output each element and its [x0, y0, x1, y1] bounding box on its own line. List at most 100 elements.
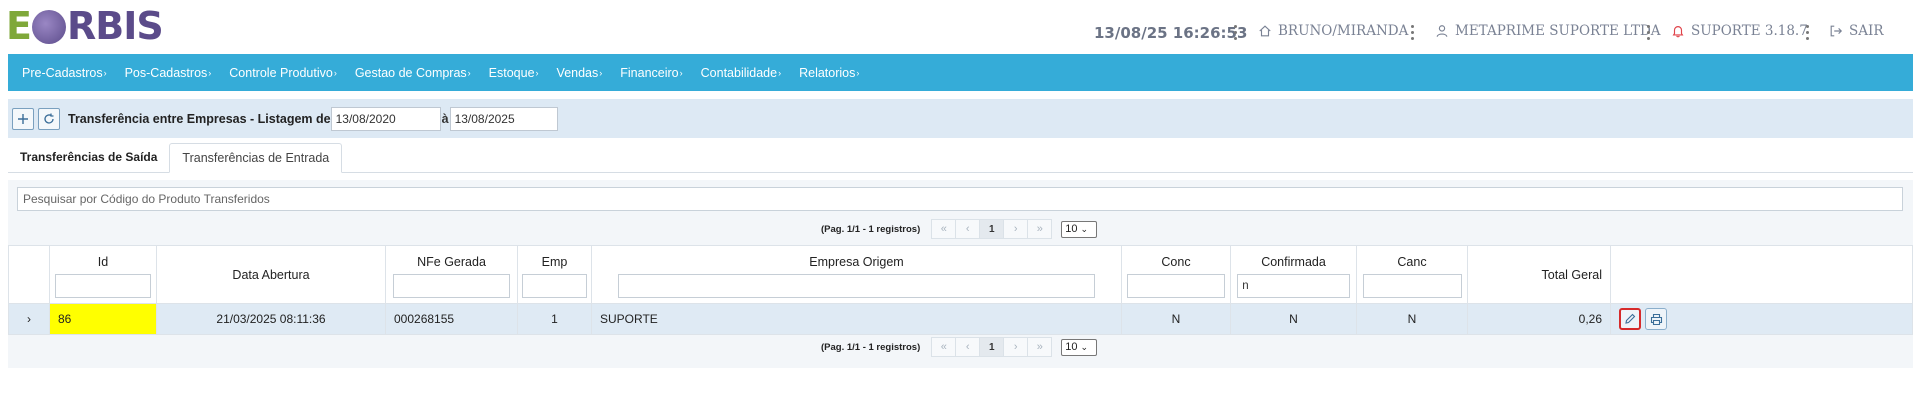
chevron-down-icon: ⌄ [1080, 341, 1089, 352]
transfers-table: Id Data Abertura NFe Gerada Emp Empresa … [8, 245, 1913, 335]
menu-item-pos-cadastros[interactable]: Pos-Cadastros [125, 66, 212, 80]
header-company: METAPRIME SUPORTE LTDA [1455, 23, 1661, 39]
date-range-separator: à [441, 111, 449, 126]
globe-icon [31, 10, 66, 44]
filter-conc-input[interactable] [1127, 274, 1225, 298]
user-icon [1436, 25, 1448, 37]
col-label-canc: Canc [1397, 255, 1427, 269]
date-to-input[interactable] [449, 106, 558, 131]
current-page-button[interactable]: 1 [979, 337, 1005, 357]
cell-emp: 1 [517, 303, 592, 335]
pagination-top: (Pag. 1/1 - 1 registros) « ‹ 1 › » 10 ⌄ [821, 219, 1098, 239]
kebab-menu-icon[interactable] [1233, 24, 1237, 40]
col-header-data-abertura: Data Abertura [156, 245, 386, 304]
row-expander-button[interactable]: › [8, 303, 50, 335]
menu-item-estoque[interactable]: Estoque [489, 66, 539, 80]
col-header-nfe-gerada: NFe Gerada [385, 245, 518, 304]
col-label-emp: Emp [541, 255, 568, 269]
cell-empresa-origem: SUPORTE [591, 303, 1122, 335]
header-company-link[interactable]: METAPRIME SUPORTE LTDA [1435, 23, 1661, 39]
menu-item-contabilidade[interactable]: Contabilidade [701, 66, 781, 80]
home-icon [1259, 25, 1271, 37]
menu-item-financeiro[interactable]: Financeiro [620, 66, 682, 80]
col-header-actions [1610, 245, 1913, 304]
prev-page-button[interactable]: ‹ [955, 337, 981, 357]
col-label-nfe: NFe Gerada [417, 255, 486, 269]
kebab-menu-icon[interactable] [1805, 24, 1809, 40]
page-size-select[interactable]: 10 ⌄ [1061, 338, 1098, 356]
date-from-input[interactable] [330, 106, 441, 131]
filter-canc-input[interactable] [1362, 274, 1462, 298]
col-label-id: Id [97, 255, 109, 269]
menu-item-relatorios[interactable]: Relatorios [799, 66, 859, 80]
filter-id-input[interactable] [55, 274, 151, 298]
menu-item-pre-cadastros[interactable]: Pre-Cadastros [22, 66, 107, 80]
logo-letter-e: E [6, 4, 32, 48]
filter-emp-input[interactable] [521, 274, 588, 298]
kebab-menu-icon[interactable] [1646, 24, 1650, 40]
page-title: Transferência entre Empresas - Listagem … [68, 111, 331, 126]
first-page-button[interactable]: « [931, 337, 957, 357]
col-label-confirmada: Confirmada [1261, 255, 1326, 269]
add-button[interactable] [12, 107, 34, 130]
header-version: SUPORTE 3.18.7 [1691, 23, 1808, 39]
prev-page-button[interactable]: ‹ [955, 219, 981, 239]
refresh-button[interactable] [38, 107, 60, 130]
col-header-total-geral: Total Geral [1467, 245, 1611, 304]
filter-nfe-input[interactable] [392, 274, 511, 298]
cell-canc: N [1356, 303, 1468, 335]
col-header-empresa-origem: Empresa Origem [591, 245, 1122, 304]
logout-icon [1830, 25, 1843, 37]
pagination-info: (Pag. 1/1 - 1 registros) [821, 341, 921, 353]
tab-transferencias-entrada[interactable]: Transferências de Entrada [169, 143, 343, 173]
filter-empresa-origem-input[interactable] [618, 274, 1095, 298]
search-input[interactable] [17, 187, 1903, 211]
chevron-down-icon: ⌄ [1080, 223, 1089, 234]
edit-button[interactable] [1619, 308, 1641, 330]
logout-label: SAIR [1849, 23, 1884, 39]
eorbis-logo: E RBIS [6, 4, 164, 48]
last-page-button[interactable]: » [1027, 337, 1053, 357]
cell-actions [1610, 303, 1913, 335]
header-datetime: 13/08/25 16:26:53 [1094, 24, 1248, 42]
next-page-button[interactable]: › [1003, 337, 1029, 357]
bell-icon [1672, 26, 1684, 38]
menu-item-gestao-de-compras[interactable]: Gestao de Compras [355, 66, 471, 80]
table-row[interactable]: › 86 21/03/2025 08:11:36 000268155 1 SUP… [8, 303, 1913, 335]
kebab-menu-icon[interactable] [1410, 24, 1414, 40]
col-header-conc: Conc [1121, 245, 1231, 304]
main-menu: Pre-Cadastros Pos-Cadastros Controle Pro… [8, 54, 1913, 91]
header-user-link[interactable]: BRUNO/MIRANDA [1258, 23, 1408, 39]
col-header-confirmada: Confirmada [1230, 245, 1357, 304]
last-page-button[interactable]: » [1027, 219, 1053, 239]
content-panel: (Pag. 1/1 - 1 registros) « ‹ 1 › » 10⌄ I… [8, 180, 1913, 368]
table-header-row: Id Data Abertura NFe Gerada Emp Empresa … [8, 245, 1913, 304]
col-header-id: Id [49, 245, 157, 304]
col-header-canc: Canc [1356, 245, 1468, 304]
cell-total-geral: 0,26 [1467, 303, 1611, 335]
top-header: E RBIS 13/08/25 16:26:53 BRUNO/MIRANDA ME… [0, 0, 1919, 54]
logout-button[interactable]: SAIR [1829, 23, 1884, 39]
tab-transferencias-saida[interactable]: Transferências de Saída [8, 143, 169, 173]
menu-item-vendas[interactable]: Vendas [557, 66, 603, 80]
page-size-value: 10 [1065, 223, 1078, 235]
page-size-select[interactable]: 10 ⌄ [1061, 220, 1098, 238]
print-button[interactable] [1645, 308, 1667, 330]
menu-item-controle-produtivo[interactable]: Controle Produtivo [229, 66, 337, 80]
current-page-button[interactable]: 1 [979, 219, 1005, 239]
listing-toolbar: Transferência entre Empresas - Listagem … [8, 99, 1913, 138]
header-version-link[interactable]: SUPORTE 3.18.7 [1671, 23, 1808, 39]
filter-confirmada-input[interactable] [1237, 274, 1350, 298]
printer-icon [1650, 313, 1662, 325]
page-size-value: 10 [1065, 341, 1078, 353]
cell-nfe-gerada: 000268155 [385, 303, 518, 335]
col-label-conc: Conc [1161, 255, 1191, 269]
next-page-button[interactable]: › [1003, 219, 1029, 239]
col-header-emp: Emp [517, 245, 592, 304]
header-user: BRUNO/MIRANDA [1278, 23, 1409, 39]
pagination-info: (Pag. 1/1 - 1 registros) [821, 223, 921, 235]
cell-conc: N [1121, 303, 1231, 335]
col-expander [8, 245, 50, 304]
first-page-button[interactable]: « [931, 219, 957, 239]
tab-bar: Transferências de Saída Transferências d… [8, 143, 1913, 173]
